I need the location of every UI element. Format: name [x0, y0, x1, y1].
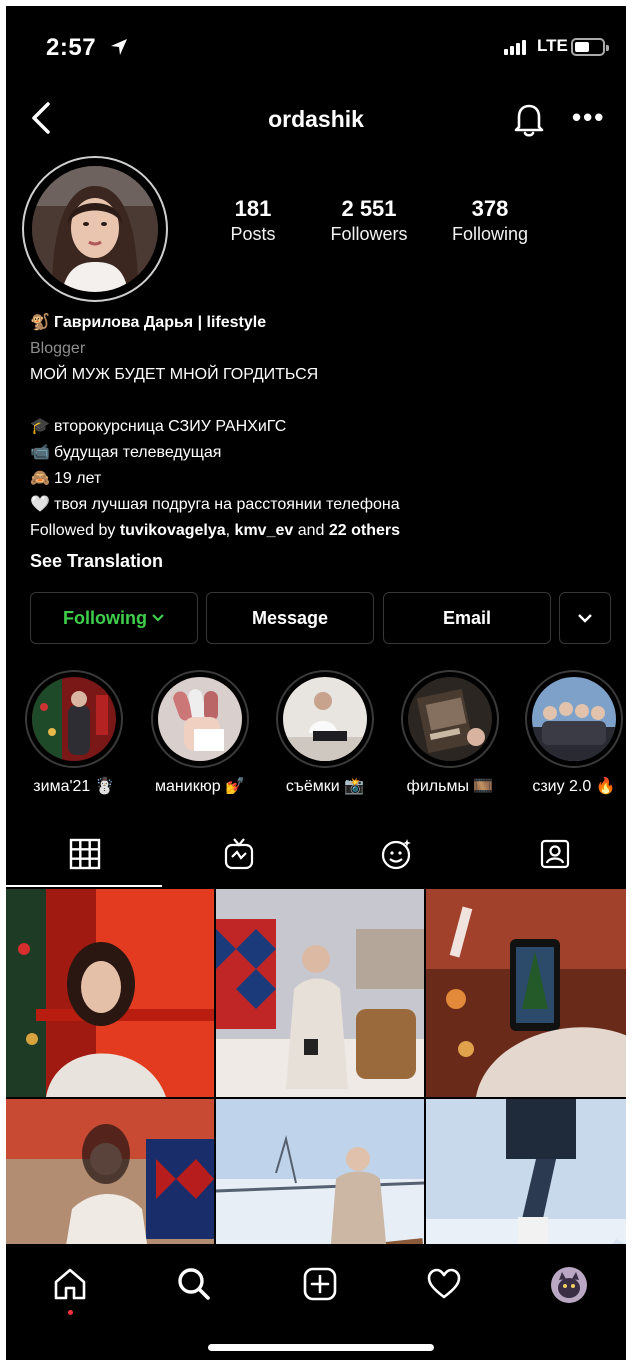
network-type: LTE: [537, 36, 568, 55]
signal-bars-icon: [504, 40, 526, 55]
tagged-icon[interactable]: [538, 837, 572, 871]
monkey-emoji-icon: 🐒: [30, 314, 50, 331]
profile-category: Blogger: [30, 340, 86, 357]
profile-bio: 🐒 Гаврилова Дарья | lifestyle Blogger МОЙ…: [30, 310, 610, 574]
grid-icon[interactable]: [68, 837, 102, 871]
followed-by-and: and: [293, 522, 329, 539]
battery-icon: [571, 38, 609, 56]
chevron-down-icon: [578, 614, 592, 623]
story-highlight[interactable]: зима'21 ☃️: [24, 670, 124, 796]
story-highlight[interactable]: маникюр 💅: [150, 670, 250, 796]
followed-by-user[interactable]: kmv_ev: [235, 522, 294, 539]
bio-line-friend: 🤍 твоя лучшая подруга на расстоянии телеф…: [30, 492, 610, 518]
post-thumbnail[interactable]: [426, 1099, 626, 1244]
highlight-cover-image: [158, 677, 242, 761]
home-indicator: [208, 1344, 434, 1351]
following-label: Following: [451, 224, 529, 244]
bio-line-age: 🙈 19 лет: [30, 466, 610, 492]
profile-avatar[interactable]: [22, 156, 168, 302]
story-highlight[interactable]: сзиу 2.0 🔥: [524, 670, 624, 796]
profile-tabs: [6, 821, 626, 887]
bio-line-school: 🎓 второкурсница СЗИУ РАНХиГС: [30, 414, 610, 440]
status-time: 2:57: [46, 34, 97, 61]
home-icon[interactable]: [52, 1266, 88, 1302]
igtv-icon[interactable]: [222, 837, 256, 871]
profile-nav-bar: ordashik •••: [6, 88, 626, 148]
notifications-bell-icon[interactable]: [511, 100, 547, 138]
following-button-label: Following: [63, 607, 147, 628]
profile-photo: [32, 166, 158, 292]
stat-posts[interactable]: 181 Posts: [216, 196, 290, 246]
following-button[interactable]: Following: [30, 592, 198, 644]
email-button-label: Email: [442, 607, 492, 628]
new-post-icon[interactable]: [302, 1266, 338, 1302]
see-translation-link[interactable]: See Translation: [30, 548, 610, 574]
followed-by-separator: ,: [225, 522, 235, 539]
suggested-accounts-button[interactable]: [559, 592, 611, 644]
highlight-label: съёмки 📸: [285, 778, 365, 795]
post-thumbnail[interactable]: [216, 889, 424, 1097]
highlight-label: зима'21 ☃️: [33, 778, 115, 795]
posts-grid: [6, 889, 626, 1244]
bio-line-career: 📹 будущая телеведущая: [30, 440, 610, 466]
bio-line: МОЙ МУЖ БУДЕТ МНОЙ ГОРДИТЬСЯ: [30, 366, 319, 383]
bio-line-text: твоя лучшая подруга на расстоянии телефо…: [54, 496, 400, 513]
highlight-cover-image: [283, 677, 367, 761]
followed-by-prefix: Followed by: [30, 522, 120, 539]
graduation-cap-icon: 🎓: [30, 418, 50, 435]
post-thumbnail[interactable]: [6, 1099, 214, 1244]
location-arrow-icon: [111, 39, 127, 55]
white-heart-icon: 🤍: [30, 496, 50, 513]
highlight-label: сзиу 2.0 🔥: [532, 778, 616, 795]
followed-by-others[interactable]: 22 others: [329, 522, 400, 539]
email-button[interactable]: Email: [383, 592, 551, 644]
story-highlight[interactable]: фильмы 🎞️: [400, 670, 500, 796]
followed-by[interactable]: Followed by tuvikovagelya, kmv_ev and 22…: [30, 518, 610, 544]
highlight-cover-image: [32, 677, 116, 761]
post-thumbnail[interactable]: [6, 889, 214, 1097]
followed-by-user[interactable]: tuvikovagelya: [120, 522, 226, 539]
highlight-cover-image: [408, 677, 492, 761]
stat-followers[interactable]: 2 551 Followers: [318, 196, 420, 246]
notification-dot: [68, 1310, 73, 1315]
highlight-label: маникюр 💅: [155, 778, 245, 795]
posts-count: 181: [234, 196, 272, 221]
posts-label: Posts: [230, 224, 276, 244]
followers-label: Followers: [330, 224, 408, 244]
reels-effects-icon[interactable]: [380, 837, 414, 871]
bio-line-text: 19 лет: [54, 470, 102, 487]
story-highlight[interactable]: съёмки 📸: [275, 670, 375, 796]
post-thumbnail[interactable]: [426, 889, 626, 1097]
activity-heart-icon[interactable]: [426, 1266, 462, 1302]
bio-line-text: будущая телеведущая: [54, 444, 222, 461]
profile-display-name: 🐒 Гаврилова Дарья | lifestyle: [30, 310, 610, 336]
phone-screen: 2:57 LTE ordashik ••• 181 Posts 2 551 Fo…: [6, 6, 626, 1360]
stat-following[interactable]: 378 Following: [442, 196, 538, 246]
display-name-text: Гаврилова Дарья | lifestyle: [54, 314, 267, 331]
message-button-label: Message: [251, 607, 329, 628]
bottom-navigation: [6, 1244, 626, 1360]
more-options-icon[interactable]: •••: [572, 102, 605, 133]
message-button[interactable]: Message: [206, 592, 374, 644]
highlight-cover-image: [532, 677, 616, 761]
highlight-label: фильмы 🎞️: [406, 778, 494, 795]
post-thumbnail[interactable]: [216, 1099, 424, 1244]
see-no-evil-monkey-icon: 🙈: [30, 470, 50, 487]
profile-avatar-icon[interactable]: [550, 1266, 588, 1304]
video-camera-icon: 📹: [30, 444, 50, 461]
active-tab-indicator: [6, 885, 162, 887]
chevron-down-icon: [152, 614, 164, 622]
bio-line-text: второкурсница СЗИУ РАНХиГС: [54, 418, 287, 435]
followers-count: 2 551: [341, 196, 397, 221]
search-icon[interactable]: [176, 1266, 212, 1302]
status-bar: 2:57 LTE: [6, 6, 626, 86]
following-count: 378: [471, 196, 509, 221]
